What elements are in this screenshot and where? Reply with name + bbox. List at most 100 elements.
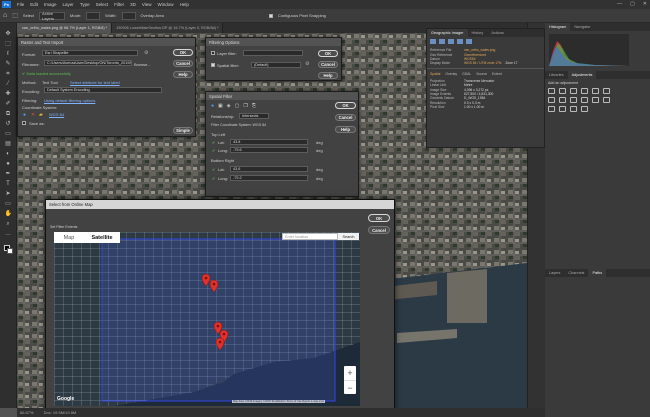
eyedropper-icon[interactable]: ⁄	[5, 81, 12, 88]
map-icon[interactable]: ▣	[218, 103, 223, 109]
br-lat-input[interactable]: 43.6	[230, 166, 308, 172]
cancel-button[interactable]: Cancel	[173, 60, 193, 67]
marquee-tool-icon[interactable]: ⬚	[5, 41, 12, 48]
zoom-level[interactable]: 66.67%	[20, 410, 34, 415]
map-tab[interactable]: Map	[54, 232, 84, 243]
simple-button[interactable]: Simple	[173, 127, 193, 134]
levels-icon[interactable]	[559, 88, 566, 94]
tl-long-input[interactable]: -79.6	[230, 147, 308, 153]
layer-filter-checkbox[interactable]	[211, 51, 215, 55]
globe-icon[interactable]: ●	[211, 103, 214, 109]
stamp-tool-icon[interactable]: ⧉	[5, 111, 12, 118]
menu-type[interactable]: Type	[80, 2, 90, 7]
color-swatches[interactable]	[3, 245, 13, 254]
brush-tool-icon[interactable]: ✐	[5, 101, 12, 108]
filtering-help-button[interactable]: Help	[318, 72, 338, 79]
mode-dropdown[interactable]	[86, 11, 101, 20]
doc-tab-inactive[interactable]: 190926 LowerMainSection.DP @ 16.7% (Laye…	[112, 23, 224, 33]
encoding-dropdown[interactable]: Default System Encoding	[44, 87, 162, 93]
geo-subtab-extent[interactable]: Extent	[492, 72, 502, 76]
tab-navigator[interactable]: Navigator	[570, 23, 594, 31]
menu-layer[interactable]: Layer	[63, 2, 74, 7]
zoom-tool-icon[interactable]: ⌕	[5, 221, 12, 228]
menu-image[interactable]: Image	[44, 2, 57, 7]
shape-tool-icon[interactable]: ▭	[5, 201, 12, 208]
settings-icon[interactable]: ⚙	[144, 50, 148, 56]
vibrance-icon[interactable]	[592, 88, 599, 94]
threshold-icon[interactable]	[559, 106, 566, 112]
spatial-filter-dropdown[interactable]: (Default)	[251, 62, 301, 68]
folder-icon[interactable]: ▰	[39, 112, 43, 118]
lasso-tool-icon[interactable]: ℓ	[5, 51, 12, 58]
menu-view[interactable]: View	[142, 2, 152, 7]
satellite-tab[interactable]: Satellite	[84, 232, 120, 243]
tool-preset-icon[interactable]: ⬚	[12, 12, 18, 19]
format-dropdown[interactable]: Esri Shapefile	[42, 50, 138, 56]
curves-icon[interactable]	[570, 88, 577, 94]
zoom-in-button[interactable]: +	[344, 366, 356, 380]
layer-icon[interactable]: ◈	[227, 103, 231, 109]
location-search-input[interactable]: Enter location	[282, 233, 338, 240]
pixel-snapping-checkbox[interactable]	[268, 13, 273, 18]
tab-adjustments[interactable]: Adjustments	[567, 71, 597, 79]
clear-icon[interactable]: ✕	[31, 112, 35, 118]
spatial-cancel-button[interactable]: Cancel	[335, 114, 356, 121]
exposure-icon[interactable]	[581, 88, 588, 94]
select-attribute-link[interactable]: Select attribute for text label	[70, 80, 120, 85]
menu-edit[interactable]: Edit	[30, 2, 38, 7]
globe-icon[interactable]: ●	[23, 112, 26, 118]
selection-extent[interactable]	[101, 238, 336, 402]
tab-channels[interactable]: Channels	[564, 269, 588, 277]
layer-filter-input[interactable]	[243, 50, 303, 56]
subject-dropdown[interactable]: Active Layers	[39, 11, 66, 21]
settings-icon[interactable]: ⚙	[305, 61, 309, 67]
menu-3d[interactable]: 3D	[130, 2, 136, 7]
home-icon[interactable]: ⌂	[3, 12, 7, 19]
copy-icon[interactable]: ❐	[243, 103, 247, 109]
spatial-ok-button[interactable]: OK	[335, 102, 356, 109]
online-map-view[interactable]: Map Satellite Enter location Search + − …	[54, 232, 360, 406]
br-long-input[interactable]: -79.2	[230, 175, 308, 181]
search-button[interactable]: Search	[338, 233, 359, 240]
photo-filter-icon[interactable]	[570, 97, 577, 103]
zoom-out-button[interactable]: −	[344, 380, 356, 394]
pen-tool-icon[interactable]: ✒	[5, 171, 12, 178]
path-select-icon[interactable]: ➤	[5, 191, 12, 198]
black-white-icon[interactable]	[559, 97, 566, 103]
menu-file[interactable]: File	[17, 2, 24, 7]
ok-button[interactable]: OK	[173, 49, 193, 56]
menu-window[interactable]: Window	[158, 2, 174, 7]
gradient-map-icon[interactable]	[570, 106, 577, 112]
more-tools-icon[interactable]: …	[5, 231, 12, 238]
filename-input[interactable]: C:/Users/AvenzaUser/Desktop/ON/Toronto_2…	[44, 60, 132, 66]
selective-color-icon[interactable]	[581, 106, 588, 112]
dodge-tool-icon[interactable]: ●	[5, 161, 12, 168]
type-tool-icon[interactable]: T	[5, 181, 12, 188]
method-value[interactable]: Text Tool	[42, 80, 58, 85]
geo-tool-icon[interactable]	[439, 39, 445, 44]
invert-icon[interactable]	[603, 97, 610, 103]
menu-help[interactable]: Help	[180, 2, 189, 7]
online-ok-button[interactable]: OK	[368, 214, 390, 222]
minimize-button[interactable]: —	[617, 1, 622, 7]
filtering-link[interactable]: Using default filtering options	[44, 98, 95, 103]
color-balance-icon[interactable]	[548, 97, 555, 103]
tab-actions[interactable]: Actions	[487, 29, 507, 37]
maximize-button[interactable]: ▢	[630, 1, 635, 7]
width-field[interactable]	[121, 11, 136, 20]
geo-subtab-source[interactable]: Source	[476, 72, 487, 76]
paste-icon[interactable]: ⎘	[252, 103, 256, 109]
tab-libraries[interactable]: Libraries	[545, 71, 568, 79]
channel-mixer-icon[interactable]	[581, 97, 588, 103]
online-cancel-button[interactable]: Cancel	[368, 226, 390, 234]
spatial-help-button[interactable]: Help	[335, 126, 356, 133]
geo-subtab-overlay[interactable]: Overlay	[445, 72, 457, 76]
gradient-tool-icon[interactable]: ▤	[5, 141, 12, 148]
tab-history[interactable]: History	[468, 29, 488, 37]
hue-saturation-icon[interactable]	[603, 88, 610, 94]
tab-paths[interactable]: Paths	[588, 269, 607, 277]
hand-tool-icon[interactable]: ✋	[5, 211, 12, 218]
save-as-checkbox[interactable]	[22, 121, 26, 125]
move-tool-icon[interactable]: ✥	[5, 31, 12, 38]
crop-tool-icon[interactable]: ⌗	[5, 71, 12, 78]
